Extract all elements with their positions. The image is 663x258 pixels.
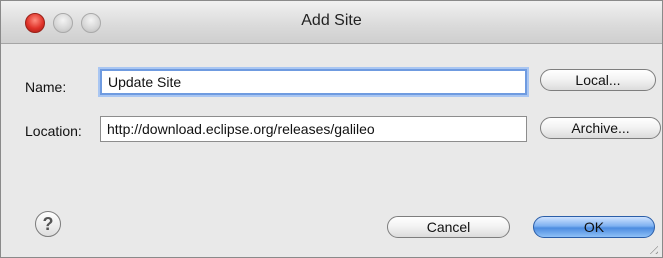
resize-grip-icon[interactable]	[646, 242, 658, 254]
title-bar: Add Site	[1, 1, 662, 44]
location-label: Location:	[25, 123, 82, 139]
archive-button[interactable]: Archive...	[540, 117, 661, 139]
add-site-dialog: Add Site Name: Local... Location: Archiv…	[0, 0, 663, 258]
local-button[interactable]: Local...	[540, 69, 656, 91]
name-label: Name:	[25, 79, 67, 95]
cancel-button[interactable]: Cancel	[387, 216, 510, 238]
ok-button[interactable]: OK	[533, 216, 655, 238]
name-input[interactable]	[100, 69, 527, 95]
window-title: Add Site	[301, 12, 362, 29]
help-button[interactable]: ?	[35, 211, 61, 237]
location-input[interactable]	[100, 116, 527, 142]
